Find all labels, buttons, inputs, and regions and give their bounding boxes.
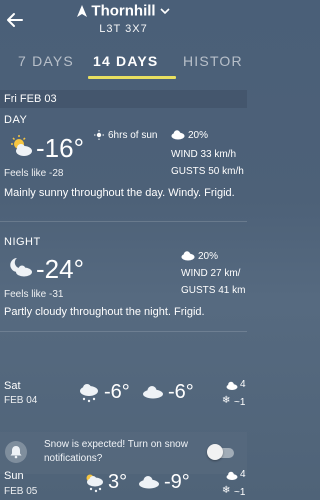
row-low-temp: -9° <box>164 471 190 493</box>
night-feels-like: Feels like -31 <box>4 289 64 300</box>
app-header: Thornhill L3T 3X7 <box>0 0 247 46</box>
row-low-temp: -6° <box>168 381 194 403</box>
divider <box>0 331 247 332</box>
tab-7-days[interactable]: 7 DAYS <box>18 53 74 69</box>
snowflake-icon: ❄ <box>222 395 231 406</box>
day-temperature: -16° <box>36 133 84 163</box>
bell-icon <box>5 441 27 463</box>
night-temperature: -24° <box>36 254 84 284</box>
chevron-down-icon <box>160 8 170 14</box>
tab-history[interactable]: HISTOR <box>183 53 243 69</box>
cloud-icon <box>171 130 185 140</box>
night-description: Partly cloudy throughout the night. Frig… <box>4 306 205 318</box>
night-label: NIGHT <box>4 236 41 248</box>
row-day-name: Sun <box>4 470 24 482</box>
divider <box>0 221 247 222</box>
cloud-icon <box>226 471 238 480</box>
city-name: Thornhill <box>91 2 156 20</box>
cloud-icon <box>226 381 238 390</box>
row-precip-chance: 4 <box>240 469 246 480</box>
row-date: FEB 05 <box>4 486 38 497</box>
day-feels-like: Feels like -28 <box>4 168 64 179</box>
partly-sunny-icon <box>11 135 32 156</box>
row-date: FEB 04 <box>4 395 38 406</box>
day-description: Mainly sunny throughout the day. Windy. … <box>4 187 235 199</box>
active-tab-indicator <box>88 76 176 79</box>
tab-14-days[interactable]: 14 DAYS <box>93 53 158 69</box>
row-high-temp: 3° <box>108 471 128 493</box>
day-label: DAY <box>4 114 28 126</box>
night-wind: WIND 27 km/ <box>181 268 241 279</box>
partly-cloudy-night-icon <box>10 258 32 277</box>
location-selector[interactable]: Thornhill <box>0 2 247 20</box>
day-sun-hours: 6hrs of sun <box>108 130 158 141</box>
snowflake-icon: ❄ <box>222 485 231 496</box>
postal-code: L3T 3X7 <box>99 23 148 35</box>
snow-cloud-icon <box>80 384 98 403</box>
cloud-icon <box>139 476 159 489</box>
location-arrow-icon <box>77 4 88 17</box>
forecast-tabs: 7 DAYS 14 DAYS HISTOR <box>0 46 247 79</box>
row-snow-amount: ~1 <box>234 397 246 408</box>
day-gusts: GUSTS 50 km/h <box>171 166 244 177</box>
snow-notification-banner: Snow is expected! Turn on snow notificat… <box>0 432 247 474</box>
cloud-icon <box>143 386 163 399</box>
night-gusts: GUSTS 41 km <box>181 285 246 296</box>
row-high-temp: -6° <box>104 381 130 403</box>
row-day-name: Sat <box>4 380 21 392</box>
toggle-knob[interactable] <box>207 444 223 460</box>
sun-icon <box>94 130 104 140</box>
night-precip-chance: 20% <box>198 251 219 262</box>
notification-message: Snow is expected! Turn on snow notificat… <box>44 439 188 464</box>
day-wind: WIND 33 km/h <box>171 149 237 160</box>
row-snow-amount: ~1 <box>234 487 246 498</box>
date-header: Fri FEB 03 <box>0 90 247 108</box>
sun-snow-icon <box>86 474 103 493</box>
day-precip-chance: 20% <box>188 130 209 141</box>
cloud-icon <box>181 251 195 261</box>
row-precip-chance: 4 <box>240 379 246 390</box>
